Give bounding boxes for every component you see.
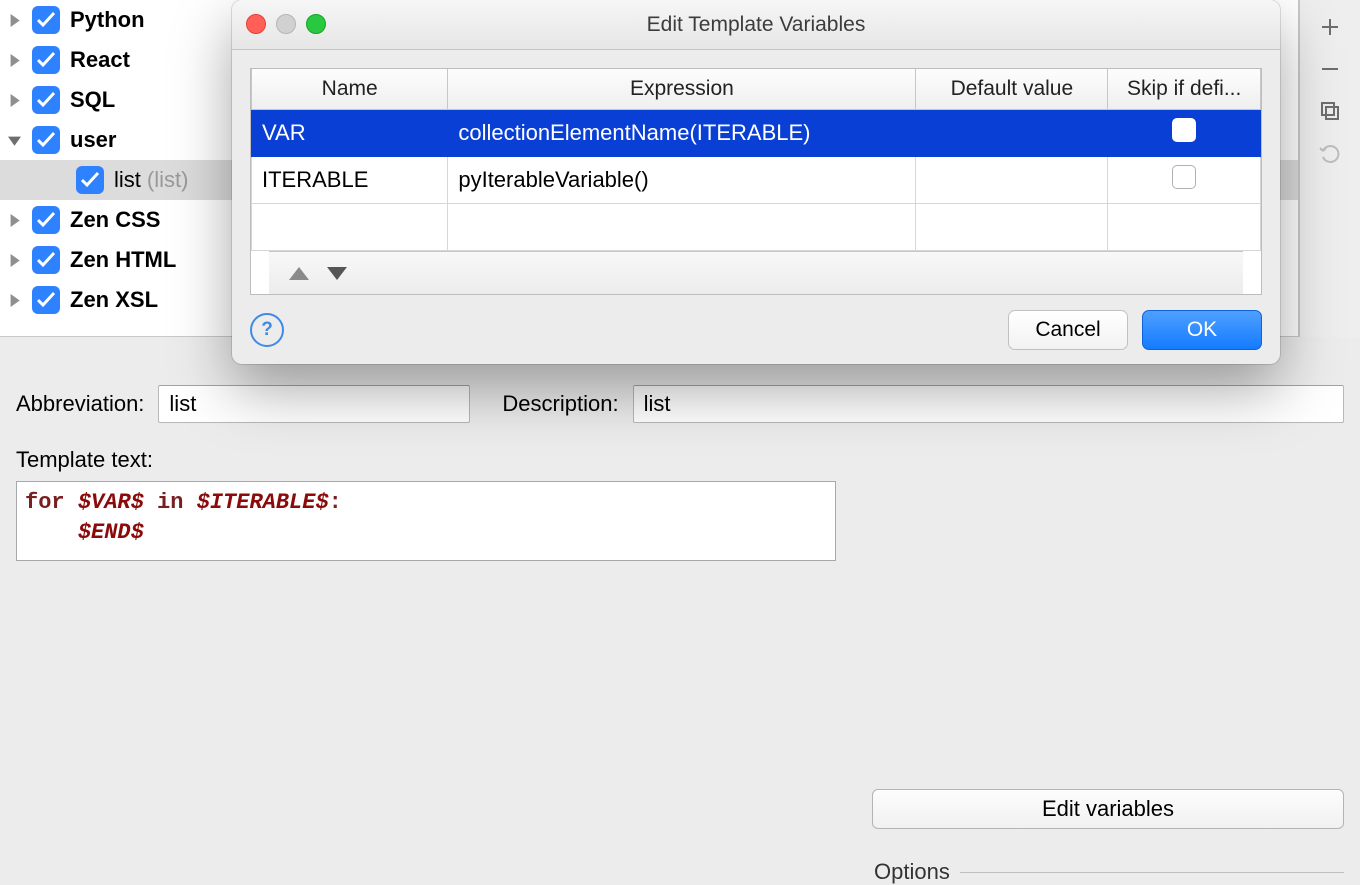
cell-default[interactable] — [916, 110, 1108, 157]
skip-checkbox[interactable] — [1172, 165, 1196, 189]
dialog-titlebar[interactable]: Edit Template Variables — [232, 0, 1280, 50]
cell-expression[interactable]: pyIterableVariable() — [448, 157, 916, 204]
move-up-icon[interactable] — [289, 267, 309, 280]
chevron-right-icon[interactable] — [0, 214, 28, 227]
cell-name[interactable]: ITERABLE — [252, 157, 448, 204]
chevron-right-icon[interactable] — [0, 254, 28, 267]
copy-button[interactable] — [1305, 90, 1355, 132]
table-row-empty — [252, 204, 1261, 251]
tree-label: list — [114, 167, 141, 193]
tree-label: React — [70, 47, 130, 73]
remove-button[interactable] — [1305, 48, 1355, 90]
description-label: Description: — [502, 391, 618, 417]
col-expression[interactable]: Expression — [448, 69, 916, 110]
checkbox-react[interactable] — [32, 46, 60, 74]
variables-table-container: Name Expression Default value Skip if de… — [250, 68, 1262, 295]
checkbox-zen-css[interactable] — [32, 206, 60, 234]
options-section-header: Options — [874, 859, 1344, 885]
close-icon[interactable] — [246, 14, 266, 34]
tree-label: user — [70, 127, 116, 153]
edit-variables-button[interactable]: Edit variables — [872, 789, 1344, 829]
help-icon[interactable]: ? — [250, 313, 284, 347]
template-text-editor[interactable]: for $VAR$ in $ITERABLE$: $END$ — [16, 481, 836, 561]
chevron-right-icon[interactable] — [0, 54, 28, 67]
cell-skip[interactable] — [1108, 157, 1261, 204]
template-form: Abbreviation: Description: Template text… — [0, 337, 1360, 572]
ok-button[interactable]: OK — [1142, 310, 1262, 350]
table-nav-bar — [269, 251, 1243, 294]
dialog-title: Edit Template Variables — [232, 13, 1280, 37]
dialog-footer: ? Cancel OK — [250, 310, 1262, 350]
tree-label: Zen CSS — [70, 207, 160, 233]
move-down-icon[interactable] — [327, 267, 347, 280]
chevron-down-icon[interactable] — [0, 134, 28, 147]
abbreviation-input[interactable] — [158, 385, 470, 423]
add-button[interactable] — [1305, 6, 1355, 48]
col-default[interactable]: Default value — [916, 69, 1108, 110]
tree-label-suffix: (list) — [147, 167, 189, 193]
cell-default[interactable] — [916, 157, 1108, 204]
minimize-icon — [276, 14, 296, 34]
checkbox-user[interactable] — [32, 126, 60, 154]
checkbox-zen-xsl[interactable] — [32, 286, 60, 314]
checkbox-list[interactable] — [76, 166, 104, 194]
template-text-label: Template text: — [16, 447, 1344, 473]
chevron-right-icon[interactable] — [0, 94, 28, 107]
checkbox-python[interactable] — [32, 6, 60, 34]
tree-label: Python — [70, 7, 145, 33]
cancel-button[interactable]: Cancel — [1008, 310, 1128, 350]
cell-skip[interactable] — [1108, 110, 1261, 157]
tree-label: SQL — [70, 87, 115, 113]
abbreviation-label: Abbreviation: — [16, 391, 144, 417]
cell-expression[interactable]: collectionElementName(ITERABLE) — [448, 110, 916, 157]
description-input[interactable] — [633, 385, 1344, 423]
undo-button[interactable] — [1305, 132, 1355, 174]
checkbox-zen-html[interactable] — [32, 246, 60, 274]
maximize-icon[interactable] — [306, 14, 326, 34]
chevron-right-icon[interactable] — [0, 14, 28, 27]
variables-table: Name Expression Default value Skip if de… — [251, 69, 1261, 251]
col-name[interactable]: Name — [252, 69, 448, 110]
skip-checkbox[interactable] — [1172, 118, 1196, 142]
checkbox-sql[interactable] — [32, 86, 60, 114]
table-row[interactable]: VAR collectionElementName(ITERABLE) — [252, 110, 1261, 157]
table-row[interactable]: ITERABLE pyIterableVariable() — [252, 157, 1261, 204]
edit-template-variables-dialog: Edit Template Variables Name Expression … — [232, 0, 1280, 364]
chevron-right-icon[interactable] — [0, 294, 28, 307]
cell-name[interactable]: VAR — [252, 110, 448, 157]
tree-label: Zen HTML — [70, 247, 176, 273]
right-toolbar — [1299, 0, 1360, 342]
col-skip[interactable]: Skip if defi... — [1108, 69, 1261, 110]
tree-label: Zen XSL — [70, 287, 158, 313]
